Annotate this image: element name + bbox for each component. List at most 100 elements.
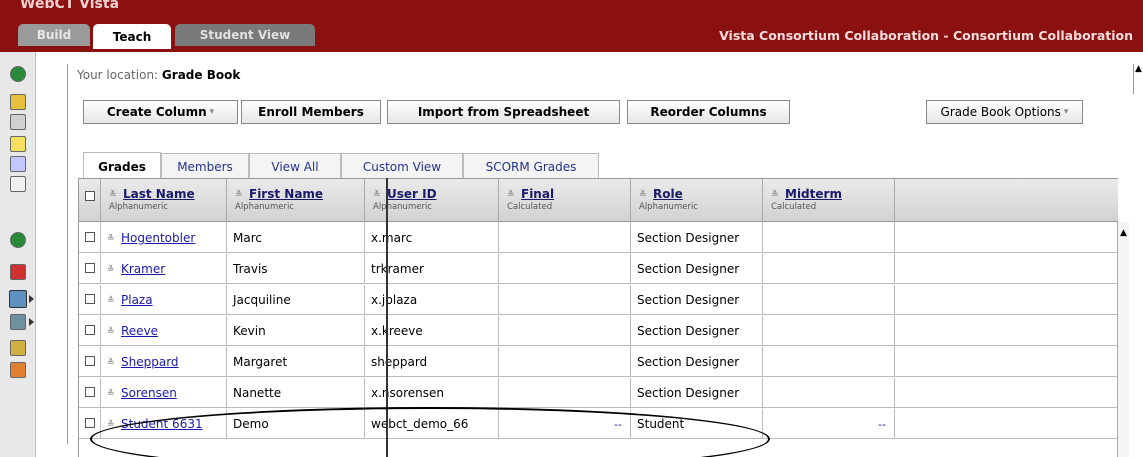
column-menu-icon[interactable]: ≚ [235,190,244,200]
column-name[interactable]: User ID [387,187,437,201]
enroll-members-button[interactable]: Enroll Members [241,100,381,124]
table-row: ≚ Kramer Travis trkramer Section Designer [79,254,1118,284]
select-all-cell [79,179,101,223]
column-header-final[interactable]: ≚ Final Calculated [499,179,631,223]
cell-last: ≚ Reeve [101,316,227,346]
course-tools-icon[interactable] [10,94,26,110]
cell-value: trkramer [371,262,424,276]
select-all-checkbox[interactable] [85,191,95,201]
column-header-role[interactable]: ≚ Role Alphanumeric [631,179,763,223]
column-name[interactable]: Midterm [785,187,842,201]
column-menu-icon[interactable]: ≚ [507,190,516,200]
column-header-last-name[interactable]: ≚ Last Name Alphanumeric [101,179,227,223]
tools-icon[interactable] [10,362,26,378]
cell-value: Margaret [233,355,288,369]
column-type: Calculated [771,202,817,212]
cell-first: Marc [227,223,365,253]
column-header-first-name[interactable]: ≚ First Name Alphanumeric [227,179,365,223]
top-header: WebCT Vista Build Teach Student View Vis… [0,0,1143,52]
tab-view-all[interactable]: View All [249,153,341,179]
column-name[interactable]: Final [521,187,554,201]
create-column-button[interactable]: Create Column ▾ [83,100,238,124]
cell-midterm [763,378,895,408]
column-header-midterm[interactable]: ≚ Midterm Calculated [763,179,895,223]
expand-arrow-icon[interactable] [29,318,34,326]
assessment-icon[interactable] [10,264,26,280]
tracking-icon[interactable] [10,314,26,330]
column-menu-icon[interactable]: ≚ [373,190,382,200]
row-checkbox[interactable] [85,263,95,273]
row-menu-icon[interactable]: ≚ [107,327,116,337]
vertical-scrollbar[interactable]: ▲ [1117,222,1129,457]
student-name-link[interactable]: Sorensen [121,386,177,400]
student-name-link[interactable]: Plaza [121,293,153,307]
home-icon[interactable] [10,66,26,82]
import-spreadsheet-button[interactable]: Import from Spreadsheet [387,100,620,124]
tab-build[interactable]: Build [18,24,90,46]
column-name[interactable]: First Name [249,187,323,201]
tab-custom-view[interactable]: Custom View [341,153,463,179]
student-name-link[interactable]: Student 6631 [121,417,203,431]
cell-value: sheppard [371,355,428,369]
cell-value: Section Designer [637,355,740,369]
column-menu-icon[interactable]: ≚ [109,190,118,200]
eject-icon[interactable] [10,176,26,192]
expand-arrow-icon[interactable] [29,295,34,303]
row-menu-icon[interactable]: ≚ [107,296,116,306]
course-title: Vista Consortium Collaboration - Consort… [719,28,1133,43]
row-menu-icon[interactable]: ≚ [107,358,116,368]
scroll-up-icon[interactable]: ▲ [1120,228,1127,238]
cell-value[interactable]: -- [878,418,886,431]
scroll-up-icon[interactable]: ▲ [1135,64,1142,74]
student-name-link[interactable]: Sheppard [121,355,179,369]
student-name-link[interactable]: Reeve [121,324,158,338]
cell-final [499,254,631,284]
cell-last: ≚ Sorensen [101,378,227,408]
table-row: ≚ Reeve Kevin x.kreeve Section Designer [79,316,1118,346]
student-name-link[interactable]: Hogentobler [121,231,195,245]
grade-book-icon[interactable] [9,290,27,308]
dropdown-icon: ▾ [1063,107,1069,117]
reports-icon[interactable] [10,340,26,356]
scrollbar-top[interactable]: ▲ [1133,64,1143,94]
calendar-icon[interactable] [10,114,26,130]
column-menu-icon[interactable]: ≚ [771,190,780,200]
grade-book-options-button[interactable]: Grade Book Options ▾ [926,100,1083,124]
table-row: ≚ Hogentobler Marc x.marc Section Designer [79,223,1118,253]
reorder-columns-button[interactable]: Reorder Columns [627,100,790,124]
row-checkbox[interactable] [85,356,95,366]
column-type: Calculated [507,202,553,212]
tab-scorm-grades[interactable]: SCORM Grades [463,153,599,179]
column-menu-icon[interactable]: ≚ [639,190,648,200]
tab-grades[interactable]: Grades [83,152,161,180]
column-name[interactable]: Last Name [123,187,195,201]
left-tool-rail [0,52,36,457]
row-menu-icon[interactable]: ≚ [107,234,116,244]
student-name-link[interactable]: Kramer [121,262,165,276]
cell-value: Marc [233,231,262,245]
column-name[interactable]: Role [653,187,683,201]
pin-icon[interactable] [10,156,26,172]
tab-student-view[interactable]: Student View [175,24,315,46]
cell-last: ≚ Student 6631 [101,409,227,439]
row-checkbox[interactable] [85,418,95,428]
refresh-icon[interactable] [10,232,26,248]
table-row: ≚ Student 6631 Demo webct_demo_66 -- Student -… [79,409,1118,439]
row-checkbox[interactable] [85,232,95,242]
cell-value: x.nsorensen [371,386,445,400]
row-checkbox[interactable] [85,294,95,304]
row-checkbox[interactable] [85,325,95,335]
cell-last: ≚ Plaza [101,285,227,315]
cell-role: Section Designer [631,347,763,377]
cell-midterm [763,347,895,377]
tab-members[interactable]: Members [161,153,249,179]
row-menu-icon[interactable]: ≚ [107,265,116,275]
row-menu-icon[interactable]: ≚ [107,389,116,399]
chat-icon[interactable] [10,136,26,152]
tab-teach[interactable]: Teach [93,24,171,49]
cell-role: Section Designer [631,223,763,253]
cell-value[interactable]: -- [614,418,622,431]
column-type: Alphanumeric [109,202,168,212]
row-checkbox[interactable] [85,387,95,397]
row-menu-icon[interactable]: ≚ [107,420,116,430]
